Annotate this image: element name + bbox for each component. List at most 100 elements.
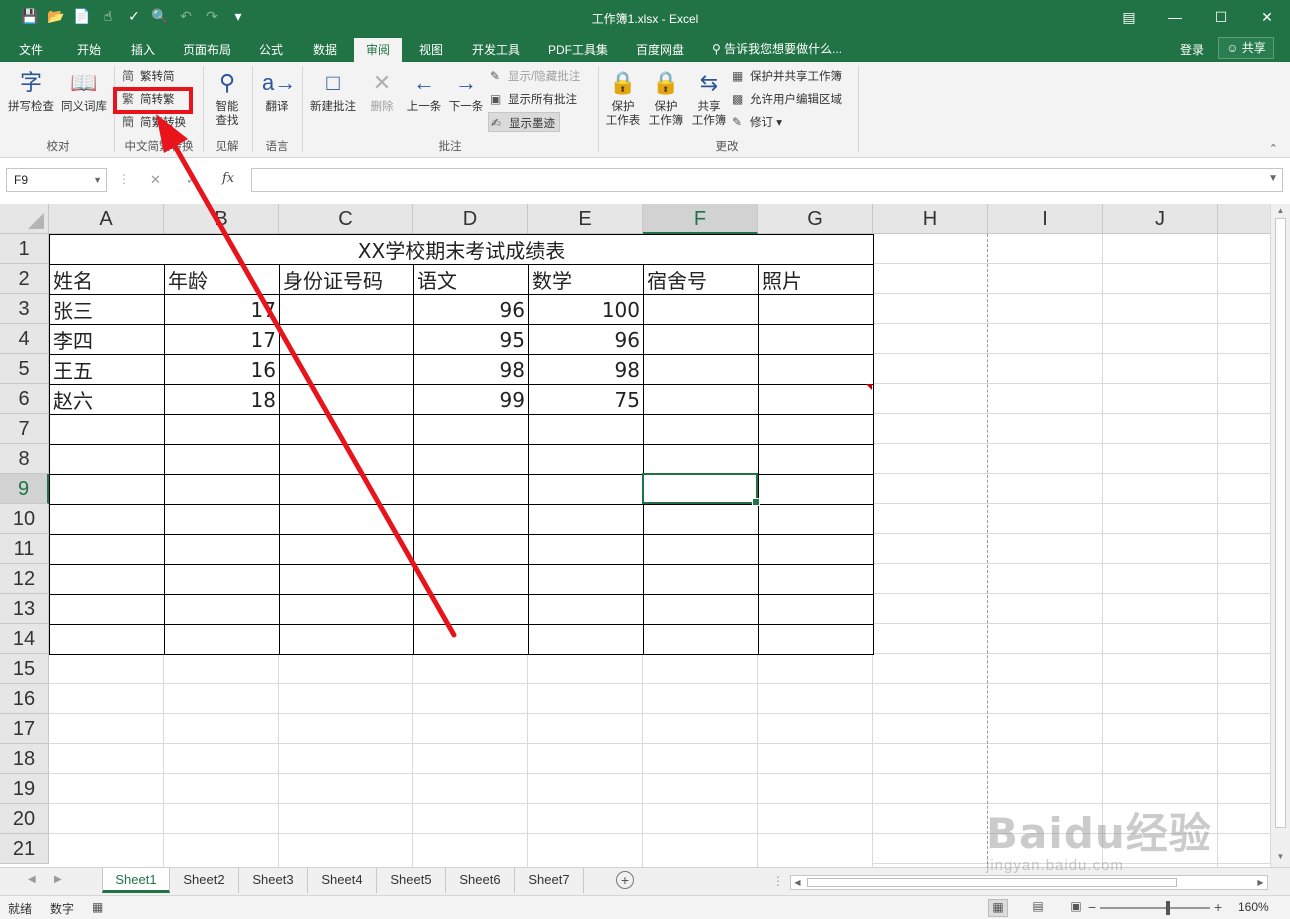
cell[interactable] bbox=[758, 354, 874, 385]
cell[interactable] bbox=[279, 474, 414, 505]
column-header-a[interactable]: A bbox=[49, 204, 164, 234]
cell[interactable] bbox=[279, 444, 414, 475]
tab-view[interactable]: 视图 bbox=[408, 38, 454, 62]
header-cell[interactable]: 照片 bbox=[758, 264, 874, 295]
spelling-button[interactable]: 字 拼写检查 bbox=[6, 68, 56, 114]
cell[interactable] bbox=[758, 504, 874, 535]
cell[interactable] bbox=[413, 414, 529, 445]
cell[interactable]: 17 bbox=[164, 294, 280, 325]
sheet-tab-sheet1[interactable]: Sheet1 bbox=[102, 868, 170, 893]
row-header[interactable]: 19 bbox=[0, 774, 49, 804]
cell[interactable] bbox=[643, 414, 759, 445]
cell[interactable]: 98 bbox=[413, 354, 529, 385]
scroll-down-icon[interactable]: ▼ bbox=[1274, 852, 1287, 865]
cell[interactable] bbox=[528, 624, 644, 655]
column-header-g[interactable]: G bbox=[758, 204, 873, 234]
row-header[interactable]: 10 bbox=[0, 504, 49, 534]
column-header-h[interactable]: H bbox=[873, 204, 988, 234]
insert-function-icon[interactable]: fx bbox=[222, 171, 234, 186]
cell[interactable]: 95 bbox=[413, 324, 529, 355]
tab-formulas[interactable]: 公式 bbox=[248, 38, 294, 62]
cell[interactable] bbox=[279, 564, 414, 595]
login-link[interactable]: 登录 bbox=[1180, 41, 1204, 58]
cell[interactable] bbox=[49, 534, 165, 565]
tab-home[interactable]: 开始 bbox=[66, 38, 112, 62]
column-header-f[interactable]: F bbox=[643, 204, 758, 234]
protect-share-workbook-button[interactable]: ▦ 保护并共享工作簿 bbox=[732, 66, 842, 86]
cell[interactable] bbox=[528, 444, 644, 475]
tell-me-box[interactable]: ⚲ 告诉我您想要做什么... bbox=[712, 40, 842, 57]
cell[interactable] bbox=[49, 594, 165, 625]
vertical-scroll-thumb[interactable] bbox=[1275, 218, 1286, 828]
row-header[interactable]: 18 bbox=[0, 744, 49, 774]
cell[interactable]: 16 bbox=[164, 354, 280, 385]
sheet-tab-sheet3[interactable]: Sheet3 bbox=[239, 868, 308, 893]
cell[interactable] bbox=[528, 564, 644, 595]
next-comment-button[interactable]: → 下一条 bbox=[446, 68, 486, 114]
drag-handle-icon[interactable]: ⋮ bbox=[772, 874, 784, 888]
row-header[interactable]: 20 bbox=[0, 804, 49, 834]
cell[interactable] bbox=[49, 474, 165, 505]
row-header-selected[interactable]: 9 bbox=[0, 474, 49, 504]
formula-input[interactable]: ▼ bbox=[251, 168, 1283, 192]
cell[interactable] bbox=[279, 384, 414, 415]
cell[interactable]: 17 bbox=[164, 324, 280, 355]
share-workbook-button[interactable]: ⇆ 共享 工作簿 bbox=[688, 68, 730, 128]
cell[interactable] bbox=[758, 324, 874, 355]
new-comment-button[interactable]: □ 新建批注 bbox=[306, 68, 360, 114]
cell[interactable] bbox=[279, 294, 414, 325]
cell[interactable] bbox=[758, 624, 874, 655]
column-header-j[interactable]: J bbox=[1103, 204, 1218, 234]
smart-lookup-button[interactable]: ⚲ 智能 查找 bbox=[206, 68, 248, 128]
cell[interactable] bbox=[413, 534, 529, 565]
protect-sheet-button[interactable]: 🔒 保护 工作表 bbox=[602, 68, 644, 128]
delete-comment-button[interactable]: ✕ 删除 bbox=[362, 68, 402, 114]
row-header[interactable]: 2 bbox=[0, 264, 49, 294]
cell[interactable]: 李四 bbox=[49, 324, 165, 355]
sheet-title-cell[interactable]: XX学校期末考试成绩表 bbox=[49, 234, 874, 265]
page-layout-view-icon[interactable]: ▤ bbox=[1028, 899, 1048, 917]
thesaurus-button[interactable]: 📖 同义词库 bbox=[58, 68, 110, 114]
row-header[interactable]: 21 bbox=[0, 834, 49, 864]
add-sheet-icon[interactable]: + bbox=[616, 871, 634, 889]
cell[interactable] bbox=[49, 624, 165, 655]
cell[interactable] bbox=[413, 624, 529, 655]
sheet-tab-sheet5[interactable]: Sheet5 bbox=[377, 868, 446, 893]
cell[interactable] bbox=[279, 594, 414, 625]
page-break-view-icon[interactable]: ▣ bbox=[1066, 899, 1086, 917]
cell[interactable]: 96 bbox=[413, 294, 529, 325]
row-header[interactable]: 14 bbox=[0, 624, 49, 654]
cell[interactable] bbox=[643, 294, 759, 325]
cell[interactable]: 96 bbox=[528, 324, 644, 355]
tab-pdf-tools[interactable]: PDF工具集 bbox=[540, 38, 616, 62]
trad-to-simp-button[interactable]: 简繁转简 bbox=[122, 66, 175, 86]
chinese-convert-button[interactable]: 簡简繁转换 bbox=[122, 112, 186, 132]
cell[interactable] bbox=[279, 324, 414, 355]
zoom-slider[interactable] bbox=[1100, 907, 1210, 909]
cell[interactable] bbox=[164, 564, 280, 595]
cell[interactable] bbox=[758, 474, 874, 505]
cell[interactable] bbox=[164, 594, 280, 625]
cell[interactable] bbox=[413, 594, 529, 625]
cell[interactable] bbox=[164, 444, 280, 475]
collapse-ribbon-icon[interactable]: ⌃ bbox=[1269, 142, 1278, 155]
column-header-d[interactable]: D bbox=[413, 204, 528, 234]
cell[interactable]: 张三 bbox=[49, 294, 165, 325]
row-header[interactable]: 13 bbox=[0, 594, 49, 624]
cell[interactable] bbox=[643, 504, 759, 535]
cell[interactable] bbox=[643, 534, 759, 565]
row-header[interactable]: 15 bbox=[0, 654, 49, 684]
header-cell[interactable]: 语文 bbox=[413, 264, 529, 295]
expand-formula-bar-icon[interactable]: ▼ bbox=[1268, 173, 1278, 184]
zoom-slider-thumb[interactable] bbox=[1166, 901, 1170, 915]
cell[interactable] bbox=[413, 504, 529, 535]
translate-button[interactable]: a→ 翻译 bbox=[256, 68, 298, 114]
cell[interactable] bbox=[49, 504, 165, 535]
tab-file[interactable]: 文件 bbox=[8, 38, 54, 62]
row-header[interactable]: 8 bbox=[0, 444, 49, 474]
column-header-b[interactable]: B bbox=[164, 204, 279, 234]
cell[interactable] bbox=[643, 354, 759, 385]
column-header-i[interactable]: I bbox=[988, 204, 1103, 234]
show-hide-comment-button[interactable]: ✎ 显示/隐藏批注 bbox=[490, 66, 580, 86]
row-header[interactable]: 4 bbox=[0, 324, 49, 354]
